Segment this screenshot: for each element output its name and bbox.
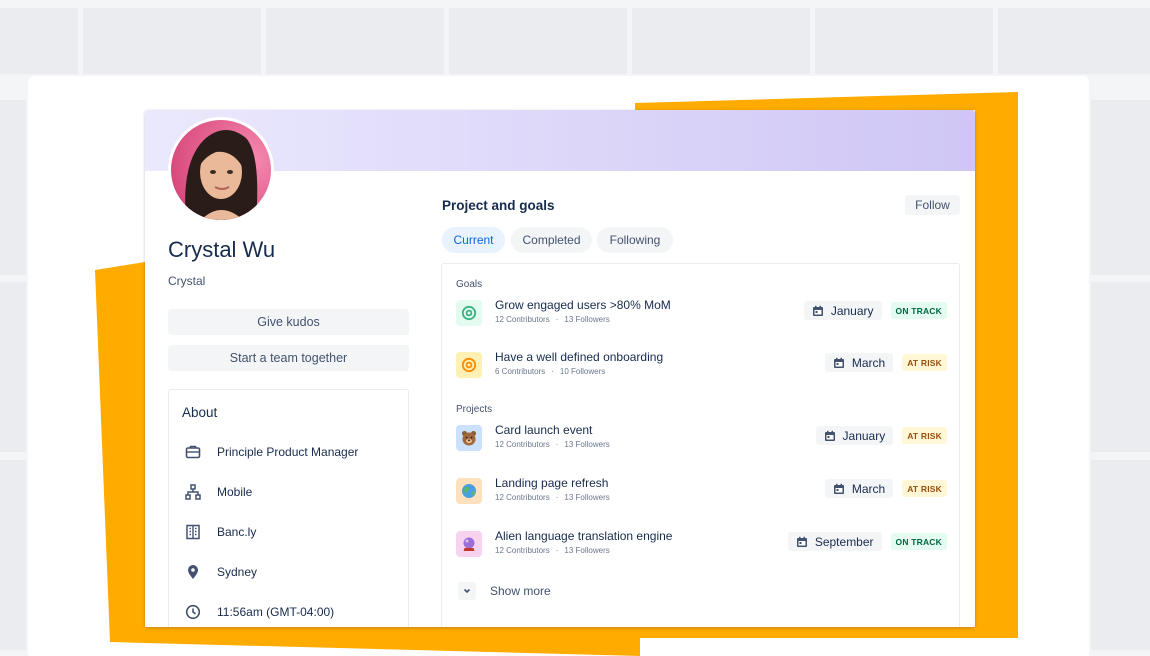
about-location-text: Sydney [217, 565, 258, 579]
list-item[interactable]: Have a well defined onboarding 6 Contrib… [456, 350, 947, 386]
about-team-text: Mobile [217, 485, 253, 499]
profile-handle: Crystal [168, 274, 206, 288]
item-right: September ON TRACK [787, 532, 947, 551]
about-time-text: 11:56am (GMT-04:00) [217, 605, 335, 619]
item-right: March AT RISK [824, 353, 947, 372]
item-right: January ON TRACK [803, 301, 947, 320]
tab-current[interactable]: Current [442, 227, 505, 253]
item-meta: 12 Contributors · 13 Followers [495, 440, 610, 449]
show-more-button[interactable]: Show more [458, 582, 551, 600]
start-team-button[interactable]: Start a team together [168, 345, 409, 371]
calendar-icon [824, 430, 835, 441]
target-icon [456, 300, 482, 326]
status-badge: ON TRACK [890, 302, 947, 319]
about-section: About Principle Product Manager Mobile B… [168, 389, 409, 627]
briefcase-icon [185, 445, 201, 459]
date-chip: January [815, 426, 894, 445]
tab-following[interactable]: Following [597, 227, 673, 253]
date-chip: March [824, 479, 894, 498]
location-pin-icon [188, 565, 198, 579]
projects-goals-title: Project and goals [442, 198, 555, 213]
calendar-icon [796, 536, 807, 547]
bear-emoji-icon [456, 425, 482, 451]
office-building-icon [186, 524, 200, 540]
profile-card: Crystal Wu Crystal Give kudos Start a te… [145, 110, 975, 627]
calendar-icon [833, 483, 844, 494]
date-chip: March [824, 353, 894, 372]
calendar-icon [812, 305, 823, 316]
goals-group-label: Goals [456, 279, 483, 290]
item-title[interactable]: Have a well defined onboarding [495, 350, 663, 364]
projects-group-label: Projects [456, 404, 493, 415]
avatar[interactable] [168, 117, 274, 223]
avatar-photo [171, 120, 271, 220]
item-meta: 6 Contributors · 10 Followers [495, 367, 606, 376]
date-chip: January [803, 301, 882, 320]
calendar-icon [833, 357, 844, 368]
clock-icon [185, 604, 201, 620]
follow-button[interactable]: Follow [905, 195, 960, 215]
crystal-ball-emoji-icon [456, 531, 482, 557]
org-chart-icon [185, 484, 201, 500]
chevron-down-icon [458, 582, 476, 600]
item-right: March AT RISK [824, 479, 947, 498]
target-icon [456, 352, 482, 378]
show-more-label: Show more [490, 584, 551, 598]
item-title[interactable]: Card launch event [495, 423, 592, 437]
item-meta: 12 Contributors · 13 Followers [495, 546, 610, 555]
list-item[interactable]: Alien language translation engine 12 Con… [456, 529, 947, 565]
projects-goals-list: Goals Grow engaged users >80% MoM 12 Con… [441, 263, 960, 627]
item-title[interactable]: Alien language translation engine [495, 529, 672, 543]
item-meta: 12 Contributors · 13 Followers [495, 493, 610, 502]
status-badge: AT RISK [902, 427, 947, 444]
about-row-location: Sydney [185, 562, 257, 582]
about-title: About [182, 405, 218, 420]
about-row-company: Banc.ly [185, 522, 256, 542]
date-chip: September [787, 532, 882, 551]
about-row-role: Principle Product Manager [185, 442, 358, 462]
about-row-team: Mobile [185, 482, 252, 502]
about-company-text: Banc.ly [217, 525, 257, 539]
list-item[interactable]: Grow engaged users >80% MoM 12 Contribut… [456, 298, 947, 334]
item-meta: 12 Contributors · 13 Followers [495, 315, 610, 324]
list-item[interactable]: Card launch event 12 Contributors · 13 Fol… [456, 423, 947, 459]
profile-name: Crystal Wu [168, 237, 276, 262]
status-badge: AT RISK [902, 354, 947, 371]
tab-completed[interactable]: Completed [511, 227, 592, 253]
globe-emoji-icon [456, 478, 482, 504]
status-badge: AT RISK [902, 480, 947, 497]
item-title[interactable]: Grow engaged users >80% MoM [495, 298, 671, 312]
item-right: January AT RISK [815, 426, 947, 445]
give-kudos-button[interactable]: Give kudos [168, 309, 409, 335]
status-badge: ON TRACK [890, 533, 947, 550]
item-title[interactable]: Landing page refresh [495, 476, 608, 490]
list-item[interactable]: Landing page refresh 12 Contributors · 13 … [456, 476, 947, 512]
about-row-time: 11:56am (GMT-04:00) [185, 602, 334, 622]
about-role-text: Principle Product Manager [217, 445, 359, 459]
